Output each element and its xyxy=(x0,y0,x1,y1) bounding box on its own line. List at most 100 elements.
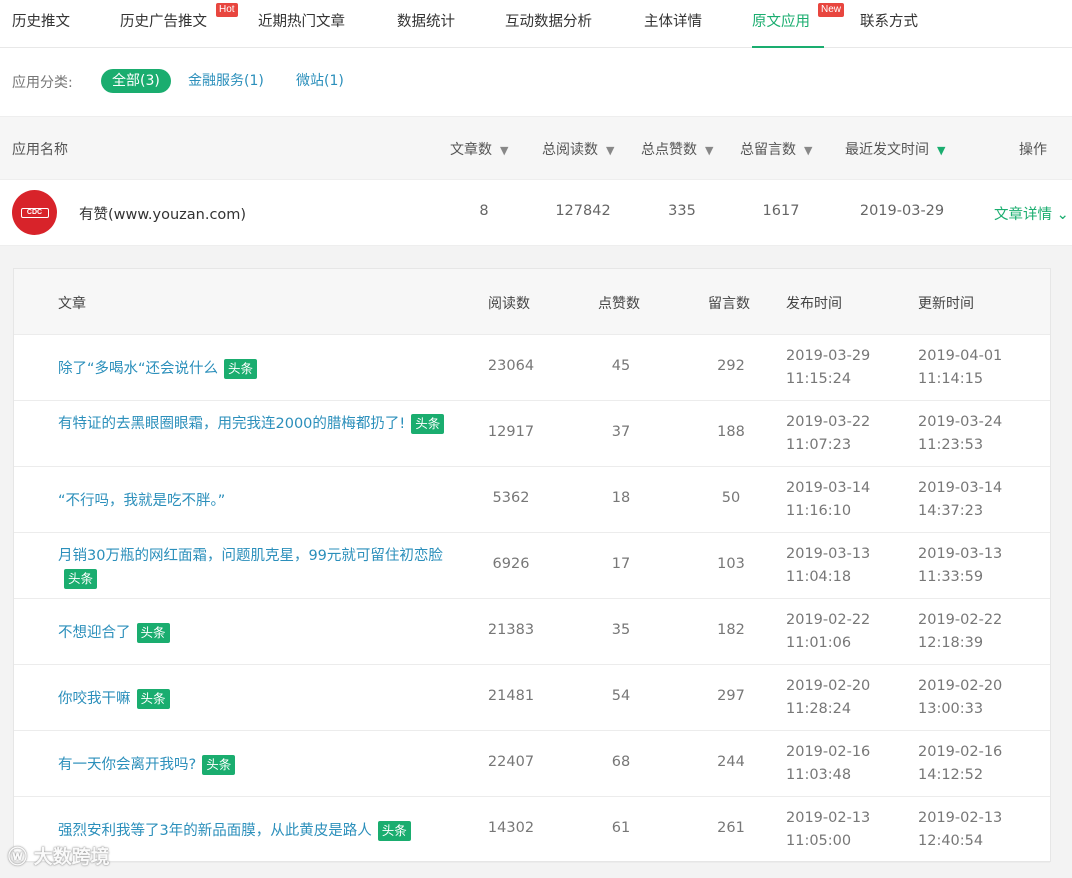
time: 12:40:54 xyxy=(918,833,984,849)
date: 2019-02-16 xyxy=(918,744,1003,760)
published-datetime: 2019-02-20 11:28:24 xyxy=(786,675,870,721)
article-reads: 21481 xyxy=(487,688,535,704)
app-article-count: 8 xyxy=(479,203,489,219)
tab-label: 主体详情 xyxy=(644,14,702,30)
col-label: 总留言数 xyxy=(740,142,796,158)
sort-desc-icon: ▼ xyxy=(705,144,714,157)
tab-history-posts[interactable]: 历史推文 xyxy=(12,0,70,48)
article-title: 有特证的去黑眼圈眼霜，用完我连2000的腊梅都扔了! xyxy=(58,416,406,432)
date: 2019-03-13 xyxy=(786,546,871,562)
date: 2019-03-13 xyxy=(918,546,1003,562)
filter-chip-finance[interactable]: 金融服务(1) xyxy=(188,69,264,93)
time: 11:04:18 xyxy=(786,569,852,585)
tab-data-stats[interactable]: 数据统计 xyxy=(397,0,455,48)
article-comments: 292 xyxy=(717,358,745,374)
time: 11:07:23 xyxy=(786,437,852,453)
updated-datetime: 2019-03-14 14:37:23 xyxy=(918,477,1002,523)
tab-recent-hot-articles[interactable]: 近期热门文章 xyxy=(258,0,345,48)
new-badge: New xyxy=(818,3,845,17)
col-reads-sort[interactable]: 总阅读数 ▼ xyxy=(542,139,614,159)
tab-label: 历史推文 xyxy=(12,14,70,30)
col-latest-sort[interactable]: 最近发文时间 ▼ xyxy=(845,139,945,159)
article-title: 月销30万瓶的网红面霜，问题肌克星，99元就可留住初恋脸 xyxy=(58,548,443,564)
filter-chip-all[interactable]: 全部(3) xyxy=(101,69,171,93)
col-updated: 更新时间 xyxy=(918,296,974,312)
filter-chip-microsite[interactable]: 微站(1) xyxy=(296,69,344,93)
article-likes: 61 xyxy=(611,820,631,836)
date: 2019-04-01 xyxy=(918,348,1003,364)
article-comments: 261 xyxy=(717,820,745,836)
date: 2019-03-29 xyxy=(786,348,871,364)
headline-tag: 头条 xyxy=(136,623,170,643)
article-reads: 22407 xyxy=(487,754,535,770)
col-action: 操作 xyxy=(1019,142,1047,158)
headline-tag: 头条 xyxy=(64,569,98,589)
headline-tag: 头条 xyxy=(411,414,445,434)
table-row: “不行吗，我就是吃不胖。” 5362 18 50 2019-03-14 11:16:10 2… xyxy=(14,467,1050,533)
article-title-link[interactable]: 月销30万瓶的网红面霜，问题肌克星，99元就可留住初恋脸头条 xyxy=(58,545,458,591)
app-latest-date: 2019-03-29 xyxy=(859,203,945,219)
col-published: 发布时间 xyxy=(786,296,842,312)
headline-tag: 头条 xyxy=(224,359,258,379)
tab-source-apps[interactable]: 原文应用 xyxy=(752,0,824,48)
article-title-link[interactable]: 有一天你会离开我吗? 头条 xyxy=(58,754,458,777)
time: 12:18:39 xyxy=(918,635,984,651)
table-row: 不想迎合了 头条 21383 35 182 2019-02-22 11:01:06 2019-… xyxy=(14,599,1050,665)
table-row: 有特证的去黑眼圈眼霜，用完我连2000的腊梅都扔了! 头条 12917 37 188 20… xyxy=(14,401,1050,467)
article-title-link[interactable]: “不行吗，我就是吃不胖。” xyxy=(58,490,458,513)
published-datetime: 2019-02-16 11:03:48 xyxy=(786,741,870,787)
tab-label: 历史广告推文 xyxy=(120,14,207,30)
article-likes: 54 xyxy=(611,688,631,704)
col-comments-sort[interactable]: 总留言数 ▼ xyxy=(740,139,812,159)
weibo-icon: ⓦ xyxy=(8,846,34,868)
table-row: 强烈安利我等了3年的新品面膜，从此黄皮是路人 头条 14302 61 261 2019-0… xyxy=(14,797,1050,863)
time: 11:33:59 xyxy=(918,569,984,585)
col-articles-sort[interactable]: 文章数 ▼ xyxy=(450,139,508,159)
article-title-link[interactable]: 你咬我干嘛 头条 xyxy=(58,688,458,711)
time: 14:12:52 xyxy=(918,767,984,783)
time: 11:15:24 xyxy=(786,371,852,387)
tab-label: 原文应用 xyxy=(752,14,810,30)
col-likes-sort[interactable]: 总点赞数 ▼ xyxy=(641,139,713,159)
article-table-header: 文章 阅读数 点赞数 留言数 发布时间 更新时间 xyxy=(14,269,1050,335)
tab-contact[interactable]: 联系方式 xyxy=(860,0,918,48)
time: 11:14:15 xyxy=(918,371,984,387)
article-comments: 244 xyxy=(717,754,745,770)
article-title: 除了“多喝水“还会说什么 xyxy=(58,361,219,377)
published-datetime: 2019-02-13 11:05:00 xyxy=(786,807,870,853)
time: 11:28:24 xyxy=(786,701,852,717)
article-likes: 17 xyxy=(611,556,631,572)
article-details-toggle[interactable]: 文章详情 ⌄ xyxy=(994,203,1069,224)
article-title-link[interactable]: 除了“多喝水“还会说什么 头条 xyxy=(58,358,458,381)
article-title: 强烈安利我等了3年的新品面膜，从此黄皮是路人 xyxy=(58,823,372,839)
article-comments: 188 xyxy=(717,424,745,440)
article-title-link[interactable]: 强烈安利我等了3年的新品面膜，从此黄皮是路人 头条 xyxy=(58,820,458,843)
tab-interaction-analysis[interactable]: 互动数据分析 xyxy=(505,0,592,48)
article-comments: 103 xyxy=(717,556,745,572)
sort-desc-icon: ▼ xyxy=(606,144,615,157)
article-comments: 182 xyxy=(717,622,745,638)
article-title-link[interactable]: 不想迎合了 头条 xyxy=(58,622,458,645)
tab-entity-details[interactable]: 主体详情 xyxy=(644,0,702,48)
updated-datetime: 2019-04-01 11:14:15 xyxy=(918,345,1002,391)
table-row: 有一天你会离开我吗? 头条 22407 68 244 2019-02-16 11:03:48… xyxy=(14,731,1050,797)
tab-label: 互动数据分析 xyxy=(505,14,592,30)
app-total-likes: 335 xyxy=(668,203,696,219)
app-name: 有赞(www.youzan.com) xyxy=(79,207,247,223)
updated-datetime: 2019-03-24 11:23:53 xyxy=(918,411,1002,457)
col-label: 总点赞数 xyxy=(641,142,697,158)
sort-desc-active-icon: ▼ xyxy=(937,144,946,157)
updated-datetime: 2019-02-16 14:12:52 xyxy=(918,741,1002,787)
time: 14:37:23 xyxy=(918,503,984,519)
tab-history-ad-posts[interactable]: 历史广告推文 xyxy=(120,0,207,48)
headline-tag: 头条 xyxy=(202,755,236,775)
chevron-down-icon: ⌄ xyxy=(1056,207,1069,223)
tab-label: 数据统计 xyxy=(397,14,455,30)
article-table: 文章 阅读数 点赞数 留言数 发布时间 更新时间 除了“多喝水“还会说什么 头条 2… xyxy=(13,268,1051,863)
table-row: 除了“多喝水“还会说什么 头条 23064 45 292 2019-03-29 11:15:… xyxy=(14,335,1050,401)
detail-label: 文章详情 xyxy=(994,207,1052,223)
updated-datetime: 2019-02-22 12:18:39 xyxy=(918,609,1002,655)
article-title-link[interactable]: 有特证的去黑眼圈眼霜，用完我连2000的腊梅都扔了! 头条 xyxy=(58,413,458,436)
table-row: 月销30万瓶的网红面霜，问题肌克星，99元就可留住初恋脸头条 6926 17 103 2… xyxy=(14,533,1050,599)
tab-label: 联系方式 xyxy=(860,14,918,30)
